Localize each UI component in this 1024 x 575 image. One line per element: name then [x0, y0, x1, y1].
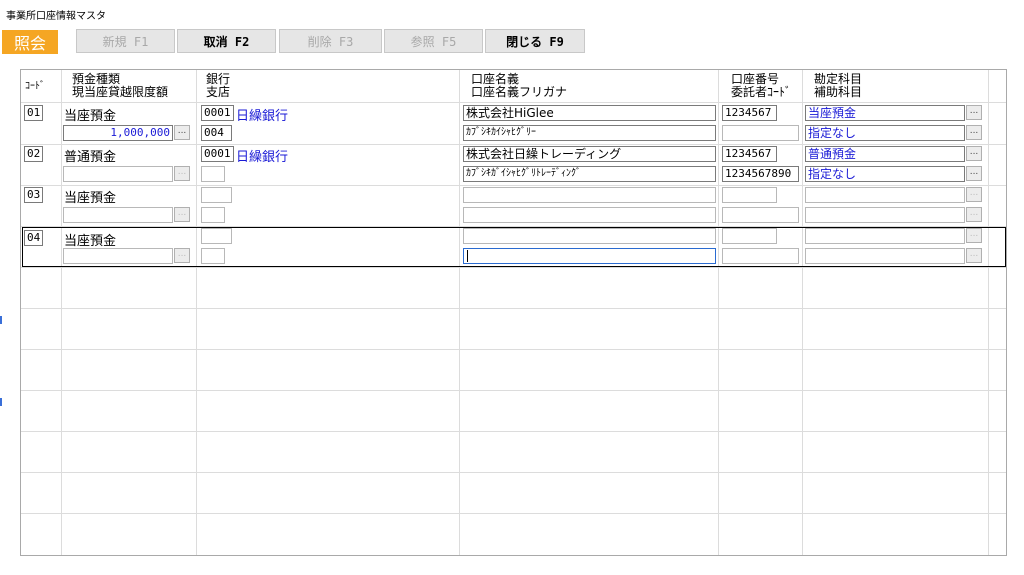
branch-code[interactable]: [201, 166, 225, 182]
sub-subject-lookup-button[interactable]: ...: [966, 125, 982, 140]
window-title: 事業所口座情報マスタ: [6, 11, 106, 22]
col-header-account-name: 口座名義 口座名義フリガナ: [471, 72, 568, 99]
mode-badge: 照会: [2, 30, 58, 54]
col-header-account-no: 口座番号 委託者ｺｰﾄﾞ: [731, 72, 792, 99]
consignor-code-field[interactable]: [722, 207, 799, 223]
overdraft-field[interactable]: [63, 207, 173, 223]
deposit-type[interactable]: 当座預金: [64, 187, 116, 206]
bank-code[interactable]: 0001: [201, 146, 234, 162]
sub-subject-field[interactable]: 指定なし: [805, 125, 965, 141]
bank-code[interactable]: [201, 187, 232, 203]
subject-lookup-button[interactable]: ...: [966, 187, 982, 202]
overdraft-lookup-button[interactable]: ...: [174, 166, 190, 181]
subject-lookup-button[interactable]: ...: [966, 228, 982, 243]
deposit-type[interactable]: 当座預金: [64, 230, 116, 249]
account-grid: ｺｰﾄﾞ 預金種類 現当座貸越限度額 銀行 支店 口座名義 口座名義フリガナ 口…: [20, 69, 1007, 556]
subject-field[interactable]: 普通預金: [805, 146, 965, 162]
consignor-code-field[interactable]: 1234567890: [722, 166, 799, 182]
sub-subject-field[interactable]: 指定なし: [805, 166, 965, 182]
deposit-type[interactable]: 普通預金: [64, 146, 116, 165]
account-name-field[interactable]: 株式会社HiGlee: [463, 105, 716, 121]
branch-code[interactable]: [201, 207, 225, 223]
overdraft-field[interactable]: 1,000,000: [63, 125, 173, 141]
cancel-button[interactable]: 取消 F2: [177, 29, 276, 53]
overdraft-lookup-button[interactable]: ...: [174, 125, 190, 140]
account-no-field[interactable]: [722, 187, 777, 203]
account-kana-field[interactable]: [463, 248, 716, 264]
subject-lookup-button[interactable]: ...: [966, 105, 982, 120]
overdraft-field[interactable]: [63, 166, 173, 182]
close-button[interactable]: 閉じる F9: [485, 29, 585, 53]
subject-field[interactable]: 当座預金: [805, 105, 965, 121]
row-code[interactable]: 02: [24, 146, 44, 162]
new-button[interactable]: 新規 F1: [76, 29, 175, 53]
row-code[interactable]: 03: [24, 187, 44, 203]
left-edge-marker: [0, 316, 2, 324]
sub-subject-lookup-button[interactable]: ...: [966, 248, 982, 263]
account-name-field[interactable]: [463, 187, 716, 203]
col-header-subject: 勘定科目 補助科目: [814, 72, 863, 99]
account-no-field[interactable]: 1234567: [722, 146, 777, 162]
col-header-bank: 銀行 支店: [206, 72, 231, 99]
bank-code[interactable]: 0001: [201, 105, 234, 121]
bank-name-link[interactable]: 日繰銀行: [236, 105, 288, 124]
col-header-code: ｺｰﾄﾞ: [25, 81, 45, 92]
account-kana-field[interactable]: [463, 207, 716, 223]
branch-code[interactable]: 004: [201, 125, 232, 141]
account-name-field[interactable]: [463, 228, 716, 244]
branch-code[interactable]: [201, 248, 225, 264]
sub-subject-field[interactable]: [805, 207, 965, 223]
consignor-code-field[interactable]: [722, 125, 799, 141]
row-code[interactable]: 04: [24, 230, 44, 246]
left-edge-marker: [0, 398, 2, 406]
account-no-field[interactable]: [722, 228, 777, 244]
consignor-code-field[interactable]: [722, 248, 799, 264]
sub-subject-lookup-button[interactable]: ...: [966, 207, 982, 222]
col-header-deposit: 預金種類 現当座貸越限度額: [72, 72, 169, 99]
account-no-field[interactable]: 1234567: [722, 105, 777, 121]
overdraft-lookup-button[interactable]: ...: [174, 248, 190, 263]
subject-field[interactable]: [805, 187, 965, 203]
sub-subject-lookup-button[interactable]: ...: [966, 166, 982, 181]
refer-button[interactable]: 参照 F5: [384, 29, 483, 53]
row-code[interactable]: 01: [24, 105, 44, 121]
bank-code[interactable]: [201, 228, 232, 244]
account-kana-field[interactable]: ｶﾌﾞｼｷｶｲｼｬﾋｸﾞﾘｰ: [463, 125, 716, 141]
account-kana-field[interactable]: ｶﾌﾞｼｷｶﾞｲｼｬﾋｸﾞﾘﾄﾚｰﾃﾞｨﾝｸﾞ: [463, 166, 716, 182]
delete-button[interactable]: 削除 F3: [279, 29, 382, 53]
overdraft-field[interactable]: [63, 248, 173, 264]
account-name-field[interactable]: 株式会社日繰トレーディング: [463, 146, 716, 162]
subject-field[interactable]: [805, 228, 965, 244]
sub-subject-field[interactable]: [805, 248, 965, 264]
bank-name-link[interactable]: 日繰銀行: [236, 146, 288, 165]
overdraft-lookup-button[interactable]: ...: [174, 207, 190, 222]
subject-lookup-button[interactable]: ...: [966, 146, 982, 161]
text-caret: [467, 250, 468, 262]
deposit-type[interactable]: 当座預金: [64, 105, 116, 124]
